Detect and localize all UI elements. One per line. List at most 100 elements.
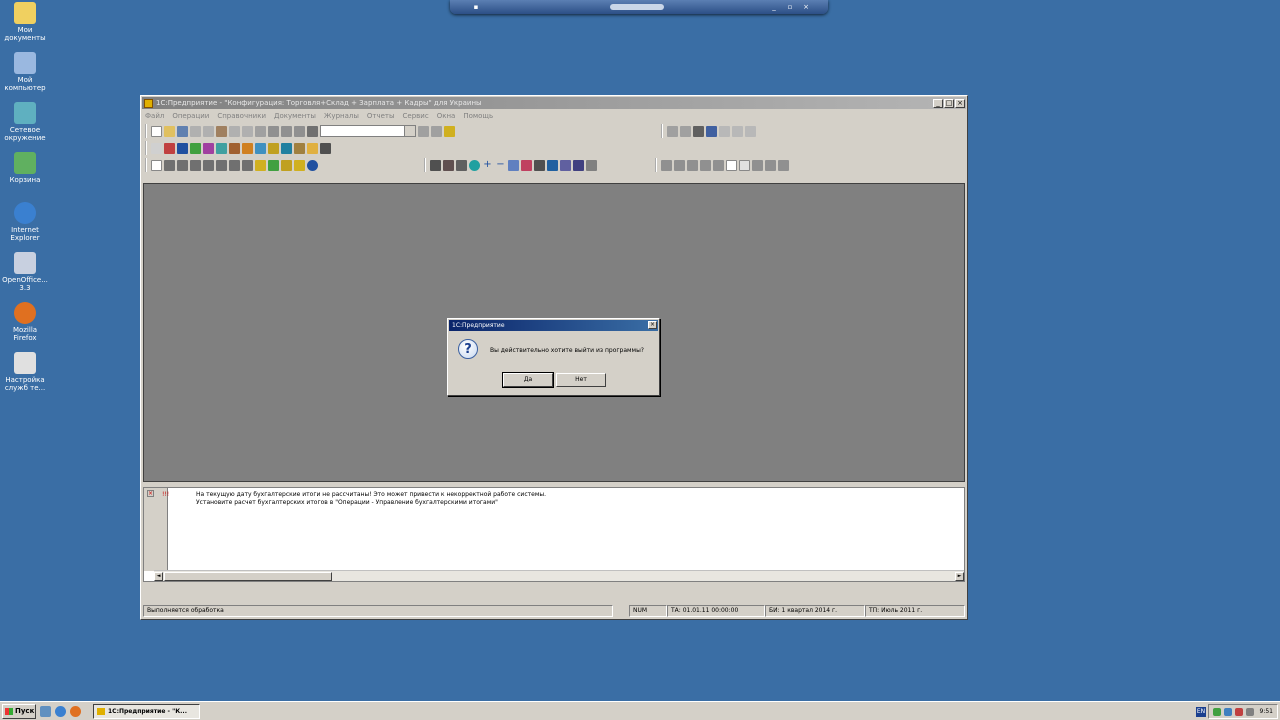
journal-6-icon[interactable] bbox=[726, 159, 737, 171]
no-button[interactable]: Нет bbox=[556, 373, 606, 387]
scroll-thumb[interactable] bbox=[164, 572, 332, 581]
bell-icon[interactable] bbox=[255, 159, 266, 171]
report-6-icon[interactable] bbox=[534, 159, 545, 171]
magnifier-icon[interactable] bbox=[255, 142, 266, 154]
desktop-icon-firefox[interactable]: Mozilla Firefox bbox=[2, 302, 48, 342]
undo-icon[interactable] bbox=[229, 125, 240, 137]
doc-invoice-icon[interactable] bbox=[216, 159, 227, 171]
report-5-icon[interactable] bbox=[521, 159, 532, 171]
goods-icon[interactable] bbox=[229, 142, 240, 154]
question-icon[interactable] bbox=[151, 142, 162, 154]
find-icon[interactable] bbox=[294, 125, 305, 137]
folder-open-icon[interactable] bbox=[307, 142, 318, 154]
preview-icon[interactable] bbox=[281, 125, 292, 137]
cut-icon[interactable] bbox=[190, 125, 201, 137]
menu-documents[interactable]: Документы bbox=[274, 112, 316, 120]
desktop-icon-recycle-bin[interactable]: Корзина bbox=[2, 152, 48, 184]
title-bar[interactable]: 1С:Предприятие - "Конфигурация: Торговля… bbox=[142, 97, 966, 109]
journal-5-icon[interactable] bbox=[713, 159, 724, 171]
grid-icon[interactable] bbox=[203, 142, 214, 154]
remote-bar-handle[interactable] bbox=[610, 4, 664, 10]
people-icon[interactable] bbox=[190, 142, 201, 154]
box-icon[interactable] bbox=[294, 142, 305, 154]
menu-journals[interactable]: Журналы bbox=[324, 112, 359, 120]
journal-10-icon[interactable] bbox=[778, 159, 789, 171]
menu-operations[interactable]: Операции bbox=[172, 112, 209, 120]
arrange-icon[interactable] bbox=[719, 125, 730, 137]
close-button[interactable]: × bbox=[955, 98, 965, 108]
taskbar-app-button[interactable]: 1С:Предприятие - "К... bbox=[93, 704, 200, 719]
binoculars-icon[interactable] bbox=[307, 125, 318, 137]
ie-quicklaunch-icon[interactable] bbox=[55, 706, 66, 717]
report-9-icon[interactable] bbox=[573, 159, 584, 171]
tray-security-icon[interactable] bbox=[1235, 708, 1243, 716]
search-combo[interactable] bbox=[320, 125, 416, 137]
desktop-icon-terminal-settings[interactable]: Настройка служб те... bbox=[2, 352, 48, 392]
report-4-icon[interactable] bbox=[508, 159, 519, 171]
minus-icon[interactable]: − bbox=[495, 159, 506, 171]
show-desktop-icon[interactable] bbox=[40, 706, 51, 717]
arrange-3-icon[interactable] bbox=[745, 125, 756, 137]
doc-return-icon[interactable] bbox=[203, 159, 214, 171]
minimize-button[interactable]: _ bbox=[933, 98, 943, 108]
journal-1-icon[interactable] bbox=[661, 159, 672, 171]
sphere-icon[interactable] bbox=[469, 159, 480, 171]
remote-desktop-bar[interactable]: ▪ _ ▫ × bbox=[450, 0, 828, 14]
menu-windows[interactable]: Окна bbox=[437, 112, 456, 120]
desktop-icon-my-documents[interactable]: Мои документы bbox=[2, 2, 48, 42]
pin-icon[interactable]: ▪ bbox=[472, 3, 480, 11]
journal-2-icon[interactable] bbox=[674, 159, 685, 171]
doc-order-icon[interactable] bbox=[242, 159, 253, 171]
report-1-icon[interactable] bbox=[430, 159, 441, 171]
printer-icon[interactable] bbox=[320, 142, 331, 154]
doc-act-icon[interactable] bbox=[229, 159, 240, 171]
open-icon[interactable] bbox=[164, 125, 175, 137]
report-3-icon[interactable] bbox=[456, 159, 467, 171]
table-icon[interactable] bbox=[255, 125, 266, 137]
plus-icon[interactable]: + bbox=[482, 159, 493, 171]
menu-catalogs[interactable]: Справочники bbox=[217, 112, 266, 120]
find-prev-icon[interactable] bbox=[431, 125, 442, 137]
print-icon[interactable] bbox=[268, 125, 279, 137]
menu-help[interactable]: Помощь bbox=[463, 112, 493, 120]
arrange-2-icon[interactable] bbox=[732, 125, 743, 137]
minimize-icon[interactable]: _ bbox=[770, 3, 778, 11]
chart-icon[interactable] bbox=[164, 142, 175, 154]
journal-9-icon[interactable] bbox=[765, 159, 776, 171]
truck-icon[interactable] bbox=[268, 142, 279, 154]
copy-icon[interactable] bbox=[203, 125, 214, 137]
new-icon[interactable] bbox=[151, 125, 162, 137]
restore-icon[interactable]: ▫ bbox=[786, 3, 794, 11]
redo-icon[interactable] bbox=[242, 125, 253, 137]
report-2-icon[interactable] bbox=[443, 159, 454, 171]
doc-in-icon[interactable] bbox=[164, 159, 175, 171]
globe-icon[interactable] bbox=[307, 159, 318, 171]
report-8-icon[interactable] bbox=[560, 159, 571, 171]
doc-move-icon[interactable] bbox=[190, 159, 201, 171]
language-indicator[interactable]: EN bbox=[1196, 707, 1206, 717]
doc-icon[interactable] bbox=[151, 159, 162, 171]
lightning-icon[interactable] bbox=[216, 142, 227, 154]
firefox-quicklaunch-icon[interactable] bbox=[70, 706, 81, 717]
desktop-icon-internet-explorer[interactable]: Internet Explorer bbox=[2, 202, 48, 242]
dialog-close-button[interactable]: × bbox=[648, 321, 657, 329]
dialog-title-bar[interactable]: 1С:Предприятие × bbox=[449, 320, 658, 331]
coin-icon[interactable] bbox=[268, 159, 279, 171]
currency-icon[interactable] bbox=[242, 142, 253, 154]
desktop-icon-network[interactable]: Сетевое окружение bbox=[2, 102, 48, 142]
journal-3-icon[interactable] bbox=[687, 159, 698, 171]
tray-volume-icon[interactable] bbox=[1224, 708, 1232, 716]
pie-icon[interactable] bbox=[177, 142, 188, 154]
collapse-icon[interactable]: × bbox=[147, 490, 154, 497]
journal-8-icon[interactable] bbox=[752, 159, 763, 171]
menu-file[interactable]: Файл bbox=[145, 112, 164, 120]
report-7-icon[interactable] bbox=[547, 159, 558, 171]
start-button[interactable]: Пуск bbox=[2, 704, 36, 719]
save-icon[interactable] bbox=[177, 125, 188, 137]
gold-icon[interactable] bbox=[281, 159, 292, 171]
anchor-icon[interactable] bbox=[586, 159, 597, 171]
calc-icon[interactable] bbox=[693, 125, 704, 137]
journal-4-icon[interactable] bbox=[700, 159, 711, 171]
tray-display-icon[interactable] bbox=[1246, 708, 1254, 716]
sun-icon[interactable] bbox=[294, 159, 305, 171]
